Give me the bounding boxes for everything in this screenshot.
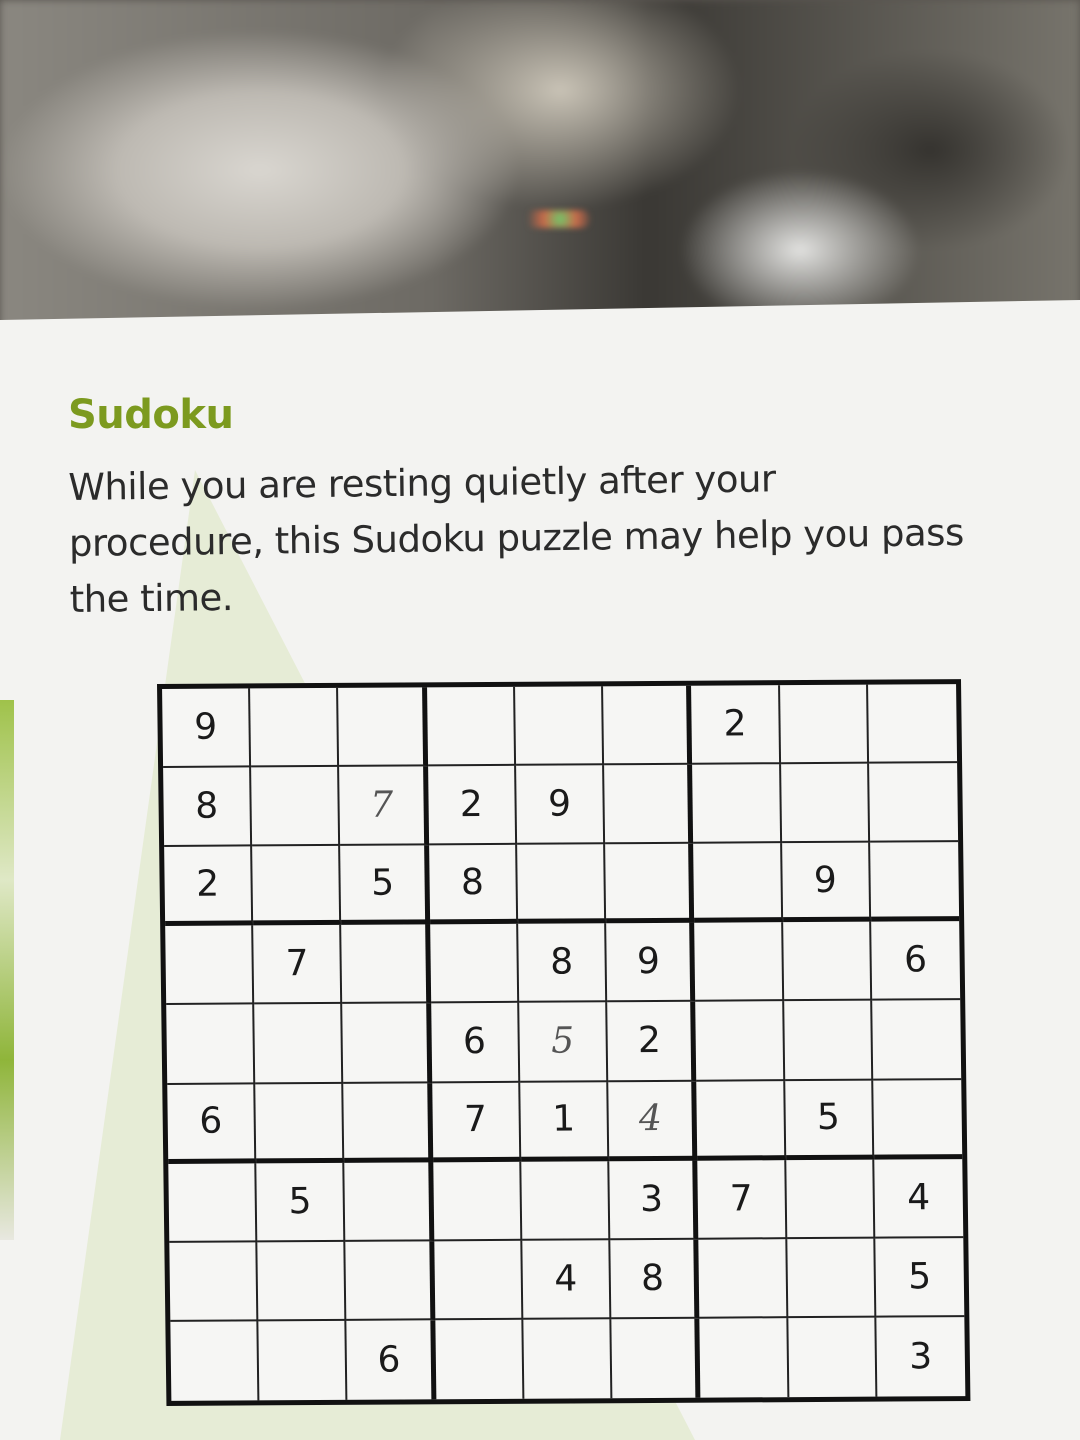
sudoku-cell[interactable]: 5: [340, 845, 430, 926]
sudoku-cell[interactable]: [344, 1161, 434, 1242]
sudoku-cell[interactable]: [250, 687, 340, 768]
sudoku-cell[interactable]: [435, 1319, 525, 1400]
sudoku-cell[interactable]: [433, 1240, 524, 1321]
sudoku-cell[interactable]: [694, 922, 784, 1003]
sudoku-cell[interactable]: 6: [167, 1083, 257, 1164]
sudoku-cell[interactable]: [426, 686, 516, 767]
sudoku-cell[interactable]: 3: [609, 1160, 699, 1241]
sudoku-cell[interactable]: [169, 1242, 259, 1322]
background-device-lights: [520, 210, 590, 228]
sudoku-cell[interactable]: 4: [522, 1240, 612, 1320]
sudoku-cell[interactable]: [779, 684, 869, 765]
sudoku-cell[interactable]: [429, 924, 520, 1004]
sudoku-cell[interactable]: [696, 1080, 786, 1161]
sudoku-cell[interactable]: [603, 685, 693, 766]
sudoku-cell[interactable]: 2: [607, 1002, 697, 1082]
sudoku-cell[interactable]: 7: [253, 925, 343, 1005]
sudoku-cell[interactable]: 6: [346, 1320, 437, 1400]
sudoku-cell[interactable]: [780, 763, 870, 844]
sudoku-cell[interactable]: 5: [256, 1162, 346, 1243]
sudoku-cell[interactable]: [604, 764, 694, 845]
sudoku-cell[interactable]: [254, 1004, 344, 1084]
card-title: Sudoku: [68, 392, 234, 438]
sudoku-cell[interactable]: [432, 1161, 523, 1242]
sudoku-cell[interactable]: [698, 1238, 788, 1319]
sudoku-cell[interactable]: 6: [870, 921, 961, 1002]
sudoku-cell[interactable]: [521, 1160, 611, 1241]
sudoku-cell[interactable]: [257, 1241, 347, 1322]
sudoku-cell[interactable]: [343, 1082, 433, 1163]
sudoku-cell[interactable]: [605, 843, 695, 924]
sudoku-cell[interactable]: [338, 687, 428, 767]
sudoku-cell[interactable]: 8: [518, 923, 608, 1004]
sudoku-cell[interactable]: [699, 1318, 789, 1398]
sudoku-cell[interactable]: [255, 1083, 345, 1164]
sudoku-cell[interactable]: 4: [874, 1158, 964, 1239]
sudoku-cell[interactable]: [342, 1003, 432, 1084]
card-edge: [0, 700, 14, 1240]
sudoku-cell[interactable]: [166, 1004, 256, 1085]
sudoku-cell[interactable]: 9: [162, 688, 252, 769]
sudoku-cell[interactable]: 4: [608, 1081, 698, 1161]
sudoku-cell[interactable]: 7: [431, 1082, 522, 1162]
sudoku-cell[interactable]: [695, 1001, 785, 1082]
sudoku-cell[interactable]: [871, 1000, 962, 1081]
sudoku-cell[interactable]: [165, 925, 255, 1006]
sudoku-grid: 9287292589789665267145537448563: [157, 679, 971, 1406]
sudoku-cell[interactable]: [868, 763, 959, 843]
sudoku-cell[interactable]: 5: [519, 1002, 609, 1083]
sudoku-cell[interactable]: 5: [784, 1080, 875, 1160]
sudoku-cell[interactable]: 8: [428, 845, 519, 925]
sudoku-cell[interactable]: [872, 1079, 963, 1160]
sudoku-cell[interactable]: 5: [875, 1237, 965, 1318]
sudoku-cell[interactable]: 2: [691, 685, 781, 765]
sudoku-cell[interactable]: [785, 1159, 876, 1239]
sudoku-cell[interactable]: 1: [520, 1081, 610, 1162]
sudoku-cell[interactable]: 6: [430, 1003, 521, 1083]
sudoku-cell[interactable]: [692, 764, 782, 844]
sudoku-cell[interactable]: [341, 924, 431, 1005]
sudoku-cell[interactable]: 9: [515, 765, 606, 846]
sudoku-cell[interactable]: [170, 1321, 260, 1401]
sudoku-cell[interactable]: [514, 686, 605, 766]
sudoku-cell[interactable]: 2: [164, 846, 254, 927]
sudoku-cell[interactable]: [517, 844, 607, 925]
blurred-background: [0, 0, 1080, 330]
sudoku-cell[interactable]: [252, 846, 342, 926]
card-description: While you are resting quietly after your…: [68, 457, 964, 621]
sudoku-cell[interactable]: 9: [606, 923, 696, 1003]
sudoku-cell[interactable]: [251, 766, 341, 847]
sudoku-cell[interactable]: [345, 1241, 436, 1321]
sudoku-cell[interactable]: 7: [697, 1159, 787, 1240]
sudoku-cell[interactable]: [611, 1318, 701, 1399]
sudoku-cell[interactable]: [869, 842, 960, 922]
sudoku-cell[interactable]: [782, 921, 872, 1002]
sudoku-cell[interactable]: [867, 684, 958, 764]
sudoku-cell[interactable]: 3: [876, 1317, 965, 1397]
sudoku-cell[interactable]: [786, 1238, 877, 1319]
sudoku-cell[interactable]: [168, 1163, 258, 1243]
sudoku-cell[interactable]: 7: [339, 766, 429, 847]
sudoku-cell[interactable]: 9: [781, 842, 871, 923]
sudoku-cell[interactable]: [783, 1001, 873, 1081]
sudoku-cell[interactable]: 8: [163, 767, 253, 848]
sudoku-cell[interactable]: 8: [610, 1239, 700, 1320]
sudoku-cell[interactable]: [258, 1320, 348, 1401]
sudoku-cell[interactable]: [523, 1319, 613, 1399]
sudoku-cell[interactable]: 2: [427, 765, 518, 846]
sudoku-cell[interactable]: [693, 843, 783, 924]
sudoku-cell[interactable]: [787, 1317, 878, 1398]
